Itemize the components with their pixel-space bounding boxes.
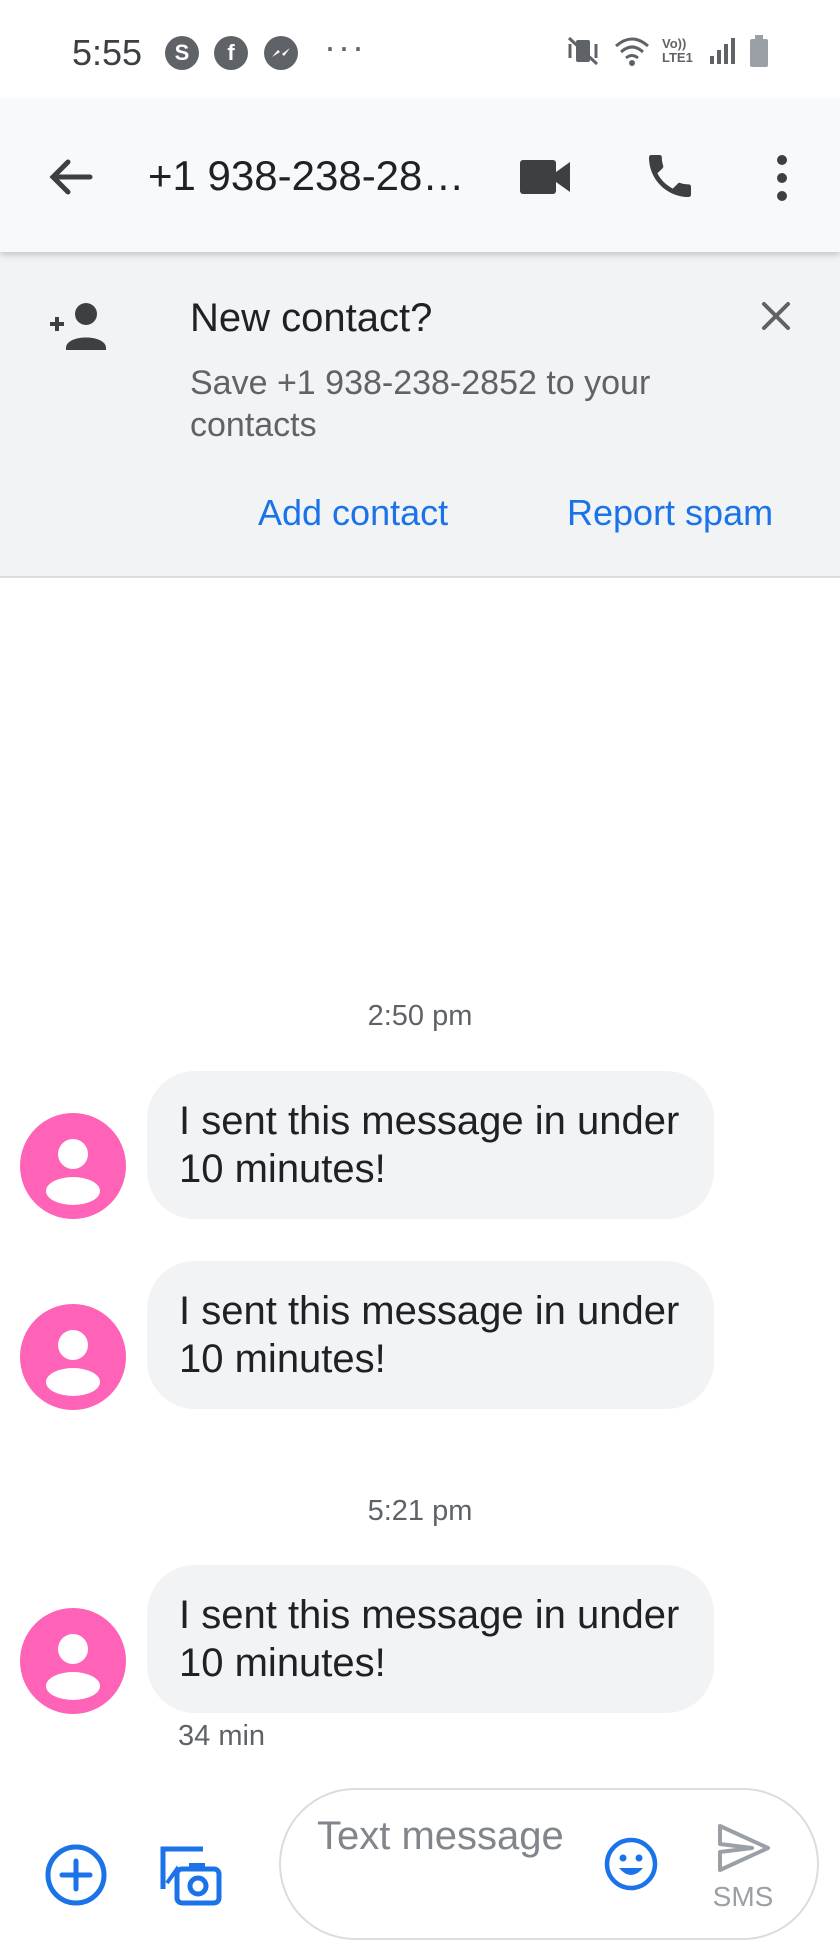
compose-field[interactable]: Text message SMS xyxy=(279,1788,819,1940)
phone-icon xyxy=(649,155,691,197)
gallery-button[interactable] xyxy=(157,1843,223,1909)
avatar[interactable] xyxy=(20,1608,126,1714)
compose-bar: Text message SMS xyxy=(0,1770,840,1960)
message-timestamp: 5:21 pm xyxy=(367,1495,473,1527)
banner-text: Save +1 938-238-2852 to your contacts xyxy=(190,364,651,444)
back-arrow-icon xyxy=(49,159,93,195)
attach-button[interactable] xyxy=(44,1843,108,1907)
person-icon xyxy=(46,1139,100,1205)
message-input[interactable]: Text message xyxy=(317,1812,577,1860)
skype-icon: S xyxy=(165,36,199,70)
person-icon xyxy=(46,1330,100,1396)
more-options-button[interactable] xyxy=(762,150,802,206)
emoji-button[interactable] xyxy=(603,1836,659,1892)
phone-call-button[interactable] xyxy=(642,148,698,204)
dismiss-banner-button[interactable] xyxy=(752,292,800,340)
close-icon xyxy=(762,302,790,330)
app-bar: +1 938-238-28… xyxy=(0,100,840,252)
facebook-icon: f xyxy=(214,36,248,70)
avatar[interactable] xyxy=(20,1113,126,1219)
gallery-camera-icon xyxy=(160,1846,222,1906)
send-icon xyxy=(718,1824,770,1872)
network-label: Vo)) LTE1 xyxy=(662,36,693,65)
status-indicators: Vo)) LTE1 xyxy=(566,34,770,68)
more-vert-icon xyxy=(777,155,787,201)
messenger-icon xyxy=(264,36,298,70)
back-button[interactable] xyxy=(44,150,98,204)
message-bubble[interactable]: I sent this message in under 10 minutes! xyxy=(147,1261,714,1409)
message-bubble[interactable]: I sent this message in under 10 minutes! xyxy=(147,1565,714,1713)
signal-icon xyxy=(710,38,735,64)
battery-icon xyxy=(750,35,768,67)
report-spam-button[interactable]: Report spam xyxy=(567,492,773,534)
status-time: 5:55 xyxy=(72,32,143,73)
video-call-button[interactable] xyxy=(518,152,574,202)
emoji-icon xyxy=(604,1837,658,1891)
add-circle-icon xyxy=(45,1844,107,1906)
add-person-icon xyxy=(50,303,106,350)
message-age: 34 min xyxy=(178,1720,266,1752)
banner-title: New contact? xyxy=(190,296,433,340)
person-icon xyxy=(46,1634,100,1700)
send-mode-label: SMS xyxy=(712,1881,774,1912)
message-bubble[interactable]: I sent this message in under 10 minutes! xyxy=(147,1071,714,1219)
video-call-icon xyxy=(520,160,570,194)
status-bar: 5:55 S f ··· Vo)) LTE1 xyxy=(0,0,840,100)
send-button[interactable]: SMS xyxy=(705,1822,781,1922)
add-contact-button[interactable]: Add contact xyxy=(258,492,448,534)
vibrate-mute-icon xyxy=(567,36,599,66)
message-timestamp: 2:50 pm xyxy=(367,1000,473,1032)
contact-title[interactable]: +1 938-238-28… xyxy=(148,152,488,200)
avatar[interactable] xyxy=(20,1304,126,1410)
wifi-icon xyxy=(615,37,649,66)
status-more-icon: ··· xyxy=(324,26,366,67)
new-contact-banner: New contact? Save +1 938-238-2852 to you… xyxy=(0,252,840,578)
